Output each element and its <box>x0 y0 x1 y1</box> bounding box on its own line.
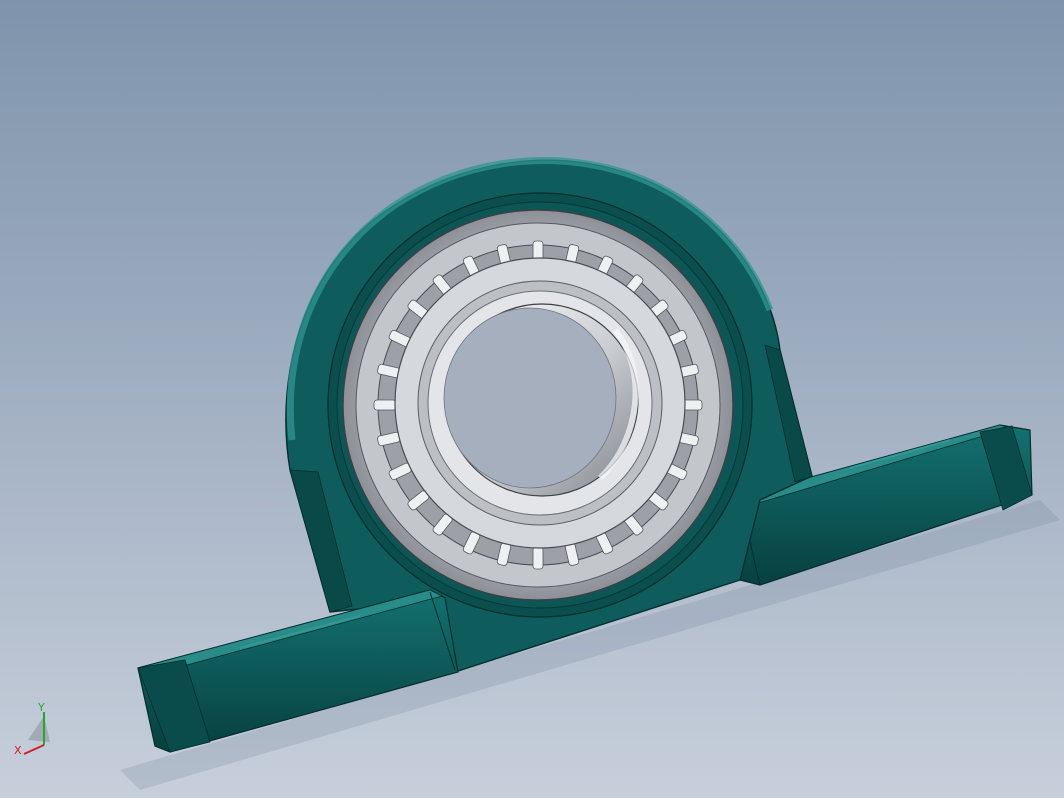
triad-x-axis <box>23 744 45 755</box>
triad-y-label: Y <box>37 701 45 714</box>
bearing-insert[interactable] <box>342 209 734 601</box>
triad-x-label: X <box>14 744 22 757</box>
graphics-viewport[interactable]: Y X <box>0 0 1064 798</box>
triad-plane-icon <box>28 716 50 742</box>
roller <box>373 399 397 411</box>
model-canvas[interactable]: Y X <box>0 0 1064 798</box>
coordinate-triad[interactable]: Y X <box>14 701 50 757</box>
roller <box>532 546 544 570</box>
